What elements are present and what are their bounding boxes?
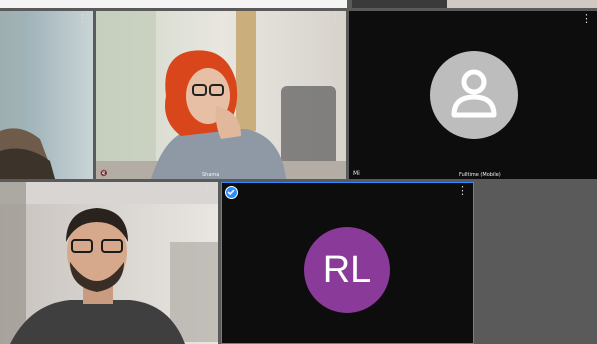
person-icon bbox=[451, 69, 497, 118]
empty-gallery-slot bbox=[477, 182, 597, 344]
participant-video-4 bbox=[0, 182, 218, 344]
participant-tile-3[interactable]: ⋮ Mi Fulltime (Mobile) bbox=[349, 11, 597, 179]
mic-icon: 🔇 bbox=[100, 170, 108, 177]
more-options-icon[interactable]: ⋮ bbox=[581, 13, 592, 24]
top-strip-white bbox=[0, 0, 347, 8]
top-right-video-edge bbox=[447, 0, 597, 8]
more-options-icon[interactable]: ⋮ bbox=[202, 184, 213, 195]
avatar: RL bbox=[304, 227, 390, 313]
participant-name-3: Fulltime (Mobile) bbox=[459, 172, 501, 178]
more-options-icon[interactable]: ⋮ bbox=[330, 13, 341, 24]
mic-label: Mi bbox=[353, 170, 360, 177]
participant-name-2: Shama bbox=[202, 172, 220, 178]
more-options-icon[interactable]: ⋮ bbox=[457, 185, 468, 196]
participant-video-1 bbox=[0, 11, 93, 179]
avatar bbox=[430, 51, 518, 139]
participant-tile-1[interactable]: ⋮ bbox=[0, 11, 93, 179]
participant-tile-4[interactable]: ⋮ bbox=[0, 182, 218, 344]
participant-tile-2[interactable]: ⋮ 🔇 Shama bbox=[96, 11, 346, 179]
participant-video-2 bbox=[96, 11, 346, 179]
check-icon bbox=[225, 186, 238, 199]
top-strip-dark bbox=[352, 0, 597, 8]
more-options-icon[interactable]: ⋮ bbox=[77, 13, 88, 24]
